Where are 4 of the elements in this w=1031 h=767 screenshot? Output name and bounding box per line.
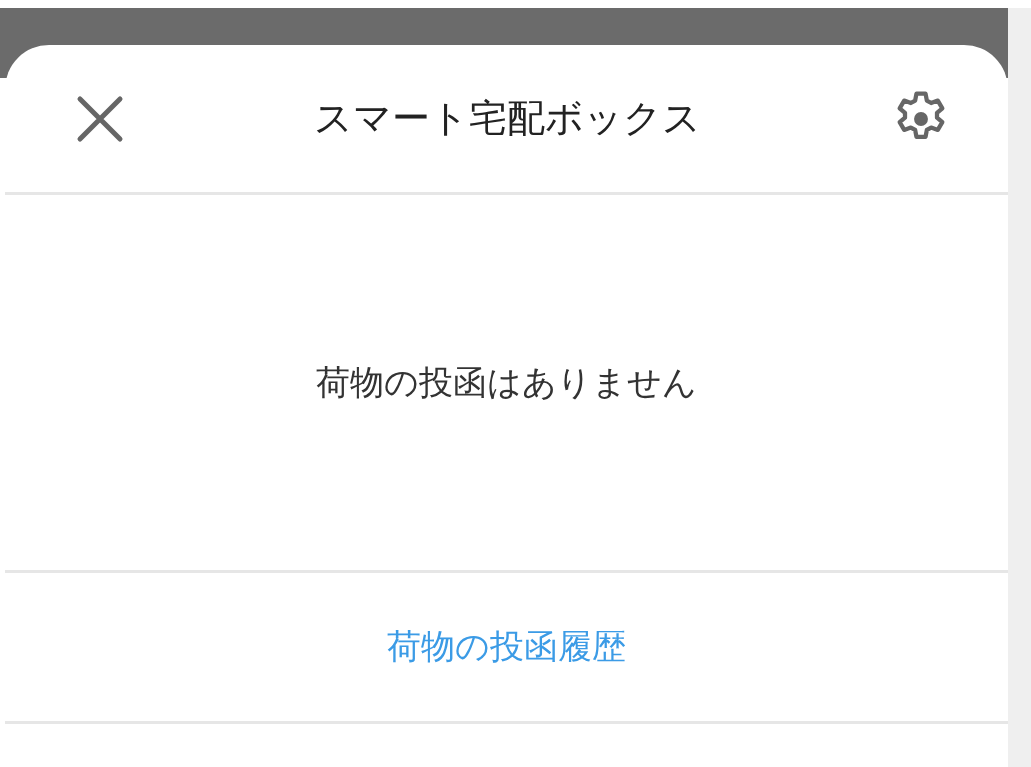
header-title: スマート宅配ボックス xyxy=(313,95,701,142)
empty-message: 荷物の投函はありません xyxy=(316,360,697,404)
close-icon[interactable] xyxy=(75,93,125,144)
delivery-history-link[interactable]: 荷物の投函履歴 xyxy=(387,624,626,670)
